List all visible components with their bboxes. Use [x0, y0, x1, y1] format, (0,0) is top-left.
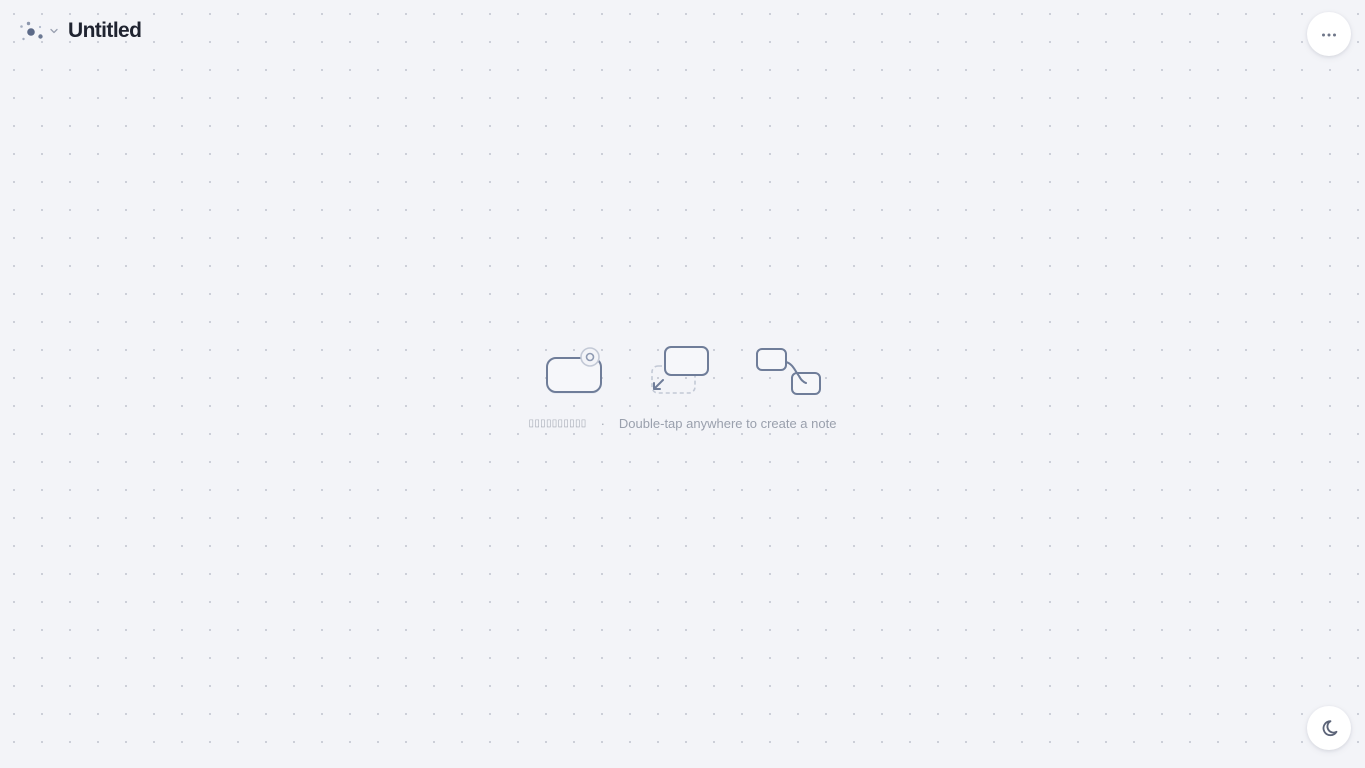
- hint-separator: ·: [600, 416, 605, 431]
- theme-toggle-button[interactable]: [1307, 706, 1351, 750]
- tap-note-icon: [545, 347, 602, 394]
- hint-left-text: ▯▯▯▯▯▯▯▯▯▯: [528, 418, 587, 429]
- more-horizontal-icon: [1322, 33, 1336, 37]
- hint-text: ▯▯▯▯▯▯▯▯▯▯ · Double-tap anywhere to crea…: [529, 416, 837, 431]
- drag-move-icon: [650, 346, 709, 394]
- hint-icons: [544, 338, 822, 396]
- page-title[interactable]: Untitled: [68, 17, 142, 45]
- dots-logo-icon[interactable]: [18, 18, 44, 44]
- chevron-down-icon[interactable]: [48, 25, 60, 37]
- connect-notes-icon: [755, 348, 821, 395]
- more-options-button[interactable]: [1307, 12, 1351, 56]
- hint-right-text: Double-tap anywhere to create a note: [618, 416, 837, 431]
- empty-state-hint: ▯▯▯▯▯▯▯▯▯▯ · Double-tap anywhere to crea…: [0, 338, 1365, 431]
- moon-icon: [1322, 720, 1338, 737]
- header: Untitled: [18, 16, 142, 46]
